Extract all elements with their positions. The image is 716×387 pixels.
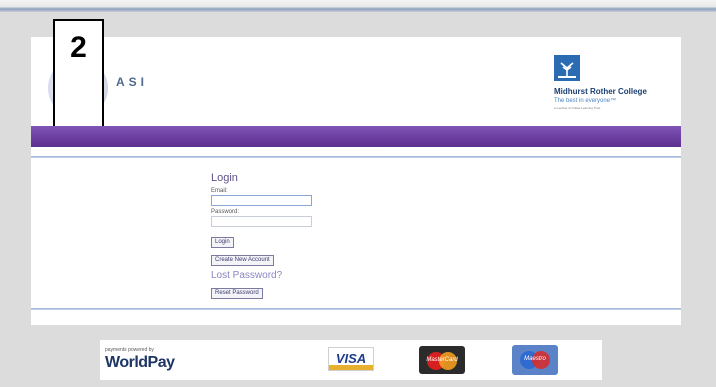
payment-footer: payments powered by WorldPay VISA Master… xyxy=(100,340,602,380)
divider-bottom xyxy=(31,308,681,310)
header: ASI Midhurst Rother College The best in … xyxy=(31,19,681,132)
worldpay-logo: WorldPay xyxy=(105,354,175,371)
maestro-label: Maestro xyxy=(524,356,546,362)
divider-top xyxy=(31,156,681,158)
site-logo-text: ASI xyxy=(116,75,149,89)
college-logo: Midhurst Rother College The best in ever… xyxy=(554,53,666,115)
college-subtext: a member of United Learning Trust xyxy=(554,106,601,110)
login-title: Login xyxy=(211,172,238,184)
reset-password-button[interactable]: Reset Password xyxy=(211,288,263,299)
visa-card-icon: VISA xyxy=(328,347,374,371)
email-label: Email: xyxy=(211,188,228,194)
tree-logo-icon xyxy=(554,55,580,81)
password-field[interactable] xyxy=(211,216,312,227)
visa-label: VISA xyxy=(335,351,367,366)
college-tagline: The best in everyone™ xyxy=(554,98,617,104)
step-number-box: 2 xyxy=(53,19,104,132)
nav-bar xyxy=(31,126,681,147)
mastercard-icon: MasterCard xyxy=(419,346,465,374)
payments-powered-text: payments powered by xyxy=(105,347,154,353)
email-field[interactable] xyxy=(211,195,312,206)
password-label: Password: xyxy=(211,209,240,215)
create-account-button[interactable]: Create New Account xyxy=(211,255,274,266)
mastercard-label: MasterCard xyxy=(426,357,458,363)
page-panel: ASI Midhurst Rother College The best in … xyxy=(31,19,681,325)
step-number: 2 xyxy=(70,31,87,64)
maestro-icon: Maestro xyxy=(512,345,558,375)
lost-password-link[interactable]: Lost Password? xyxy=(211,270,411,281)
college-name: Midhurst Rother College xyxy=(554,87,647,96)
login-form: Login Email: Password: Login Create New … xyxy=(211,172,411,299)
browser-top-bar xyxy=(0,0,716,12)
login-button[interactable]: Login xyxy=(211,237,234,248)
